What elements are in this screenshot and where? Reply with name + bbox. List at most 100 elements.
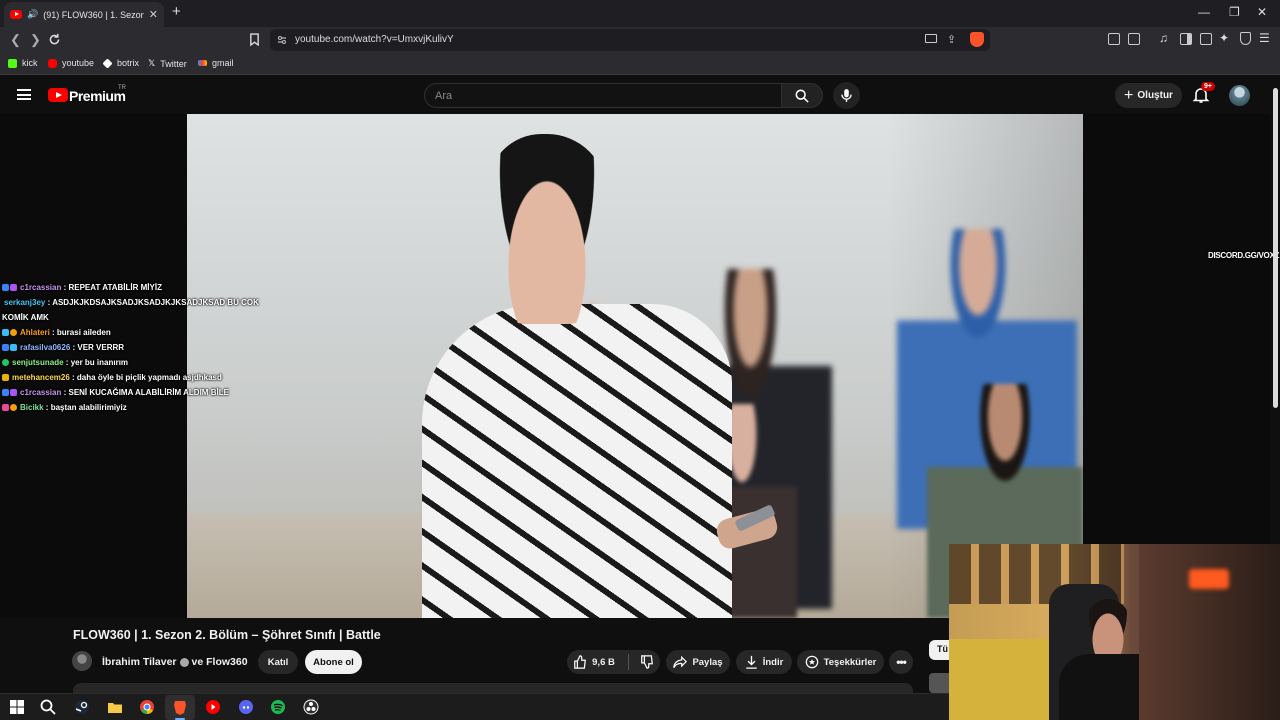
- share-icon: [673, 655, 688, 668]
- chrome-icon[interactable]: [139, 699, 155, 715]
- badge-icon: [2, 284, 9, 291]
- more-actions-button[interactable]: •••: [889, 650, 913, 674]
- file-explorer-icon[interactable]: [107, 699, 123, 715]
- search-taskbar-icon[interactable]: [40, 699, 56, 715]
- windows-start-icon[interactable]: [9, 699, 25, 715]
- badge-icon: [10, 389, 17, 396]
- thanks-button[interactable]: Teşekkürler: [797, 650, 884, 674]
- restore-button[interactable]: ❐: [1229, 5, 1240, 19]
- create-button[interactable]: + Oluştur: [1115, 83, 1182, 108]
- video-frame[interactable]: [187, 114, 1083, 618]
- wallet-icon[interactable]: [1200, 33, 1212, 45]
- gmail-icon: [198, 60, 207, 66]
- bookmark-gmail[interactable]: gmail: [198, 58, 234, 68]
- foreground-head: [487, 134, 607, 324]
- badge-icon: [2, 329, 9, 336]
- streamer-head: [1084, 599, 1132, 657]
- channel-avatar[interactable]: [72, 651, 92, 671]
- browser-menu-icon[interactable]: ☰: [1259, 31, 1270, 45]
- tab-close-icon[interactable]: ✕: [149, 8, 158, 21]
- brave-browser-icon[interactable]: [172, 699, 188, 715]
- spotify-icon[interactable]: [270, 699, 286, 715]
- browser-toolbar: ❮ ❯ youtube.com/watch?v=UmxvjKulivY ⇪ ♫ …: [0, 27, 1280, 53]
- leo-ai-icon[interactable]: ✦: [1219, 31, 1229, 45]
- forward-icon[interactable]: ❯: [30, 32, 41, 48]
- bookmark-botrix[interactable]: botrix: [102, 57, 139, 69]
- chat-text: REPEAT ATABİLİR MİYİZ: [68, 283, 162, 292]
- plus-icon: +: [1124, 86, 1134, 104]
- bookmark-label: youtube: [62, 58, 95, 68]
- search-icon: [795, 89, 809, 103]
- bookmark-kick[interactable]: kick: [8, 58, 38, 68]
- channel-name[interactable]: İbrahim Tilaver ve Flow360: [102, 656, 248, 668]
- download-label: İndir: [762, 656, 784, 668]
- botrix-icon: [102, 57, 113, 69]
- badge-icon: [2, 344, 9, 351]
- search-input[interactable]: [424, 83, 782, 108]
- recommendation-thumbnail[interactable]: [929, 673, 951, 693]
- webcam-overlay: [949, 544, 1280, 720]
- badge-icon: [10, 344, 17, 351]
- youtube-music-icon[interactable]: [205, 699, 221, 715]
- discord-icon[interactable]: [238, 699, 254, 715]
- foreground-sweater: [422, 304, 732, 618]
- kick-icon: [8, 58, 17, 68]
- account-avatar[interactable]: [1229, 85, 1250, 106]
- like-button[interactable]: 9,6 B: [573, 655, 623, 669]
- video-title: FLOW360 | 1. Sezon 2. Bölüm – Şöhret Sın…: [73, 628, 381, 642]
- download-button[interactable]: İndir: [736, 650, 792, 674]
- badge-icon: [10, 329, 17, 336]
- chat-message: Bicikk : baştan alabilirimiyiz: [2, 400, 262, 415]
- bookmark-label: kick: [22, 58, 38, 68]
- chat-text: SENİ KUCAĞIMA ALABİLİRİM ALDIM BİLE: [68, 388, 229, 397]
- bookmark-twitter[interactable]: 𝕏 Twitter: [148, 58, 187, 69]
- browser-tab-strip: 🔊 (91) FLOW360 | 1. Sezon 2. Bölüm – Şöh…: [0, 0, 1280, 27]
- youtube-logo-icon[interactable]: [48, 88, 68, 102]
- vpn-shield-icon[interactable]: [1240, 32, 1251, 45]
- site-info-icon[interactable]: [277, 35, 287, 45]
- new-tab-button[interactable]: +: [172, 3, 181, 20]
- share-label: Paylaş: [692, 656, 723, 668]
- music-icon[interactable]: ♫: [1159, 31, 1168, 45]
- bookmark-youtube[interactable]: youtube: [48, 58, 94, 68]
- subscribe-button[interactable]: Abone ol: [305, 650, 362, 674]
- join-button[interactable]: Katıl: [258, 650, 298, 674]
- cast-icon[interactable]: [925, 34, 937, 43]
- microphone-icon: [841, 89, 852, 102]
- brave-shields-icon[interactable]: [970, 32, 984, 47]
- thumbs-down-icon[interactable]: [640, 655, 654, 669]
- page-scrollbar-thumb[interactable]: [1273, 88, 1278, 408]
- like-divider: [627, 654, 629, 670]
- sidebar-icon[interactable]: [1180, 33, 1192, 45]
- back-icon[interactable]: ❮: [10, 32, 21, 48]
- search-button[interactable]: [781, 83, 823, 108]
- chat-message: c1rcassian : REPEAT ATABİLİR MİYİZ: [2, 280, 262, 295]
- share-page-icon[interactable]: ⇪: [947, 33, 956, 46]
- extensions-icon[interactable]: [1108, 33, 1120, 45]
- chat-username: metehancem26: [12, 373, 70, 382]
- close-window-button[interactable]: ✕: [1257, 5, 1267, 19]
- channel-name-text: İbrahim Tilaver: [102, 656, 177, 668]
- bookmark-icon[interactable]: [249, 33, 260, 46]
- audio-playing-icon[interactable]: 🔊: [27, 9, 38, 20]
- video-player[interactable]: c1rcassian : REPEAT ATABİLİR MİYİZ serka…: [0, 114, 1279, 618]
- voice-search-button[interactable]: [833, 82, 860, 109]
- recommendation-filter-chip[interactable]: Tü: [929, 640, 951, 660]
- browser-tab[interactable]: 🔊 (91) FLOW360 | 1. Sezon 2. Bölüm – Şöh…: [4, 2, 164, 27]
- badge-icon: [2, 404, 9, 411]
- obs-icon[interactable]: [303, 699, 319, 715]
- minimize-button[interactable]: —: [1198, 5, 1210, 19]
- share-button[interactable]: Paylaş: [666, 650, 730, 674]
- youtube-premium-logo[interactable]: Premium: [69, 88, 126, 104]
- address-bar[interactable]: youtube.com/watch?v=UmxvjKulivY ⇪: [270, 29, 990, 51]
- hamburger-menu-icon[interactable]: [17, 89, 31, 100]
- badge-icon: [10, 404, 17, 411]
- chat-username: Ahlateri: [20, 328, 50, 337]
- wallet-extension-icon[interactable]: [1128, 33, 1140, 45]
- badge-icon: [2, 389, 9, 396]
- reload-icon[interactable]: [48, 33, 61, 46]
- more-dots-icon: •••: [896, 655, 907, 669]
- thanks-label: Teşekkürler: [823, 656, 877, 668]
- steam-icon[interactable]: [74, 699, 90, 715]
- badge-icon: [10, 284, 17, 291]
